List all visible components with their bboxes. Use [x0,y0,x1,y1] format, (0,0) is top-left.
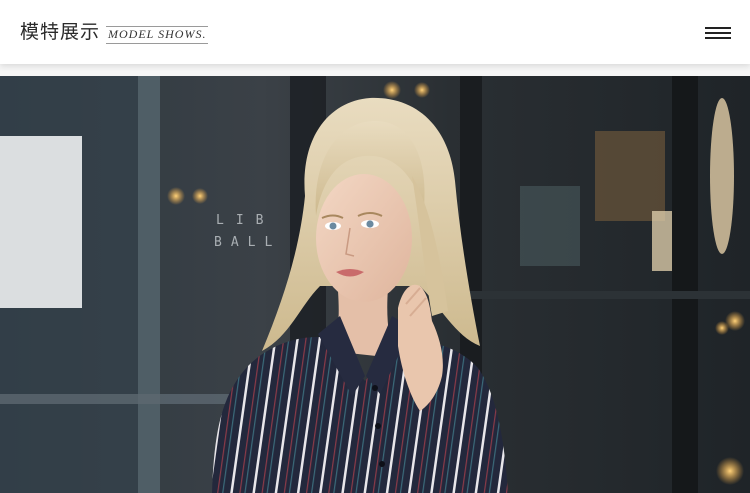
hero-image: LIB BALL [0,76,750,493]
section-title: 模特展示 MODEL SHOWS. [20,20,209,44]
hamburger-menu-icon[interactable] [705,27,731,43]
header-divider [0,64,750,76]
window-sign-line1: LIB [216,213,275,228]
window-sign-line2: BALL [214,235,281,250]
section-title-en: MODEL SHOWS. [106,26,209,44]
page-header: 模特展示 MODEL SHOWS. [0,0,750,64]
section-title-zh: 模特展示 [20,21,101,43]
model-photo: LIB BALL [0,76,750,493]
